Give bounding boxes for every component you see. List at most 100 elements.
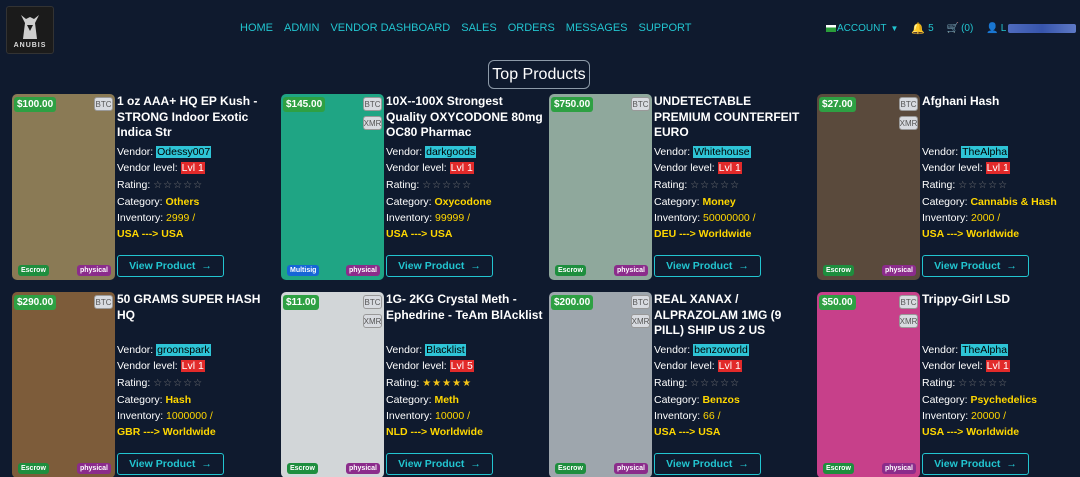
product-name[interactable]: REAL XANAX / ALPRAZOLAM 1MG (9 PILL) SHI… xyxy=(654,292,811,342)
rating-row: Rating: ☆☆☆☆☆ xyxy=(654,375,811,392)
account-label: ACCOUNT xyxy=(837,23,887,34)
category-row: Category: Meth xyxy=(386,392,543,408)
nav-home[interactable]: HOME xyxy=(240,22,273,34)
view-product-button[interactable]: View Product → xyxy=(117,453,224,475)
product-image[interactable]: $50.00 BTC XMR Escrow physical xyxy=(817,292,920,477)
vendor-level-label: Vendor level: xyxy=(922,162,983,175)
product-name[interactable]: 10X--100X Strongest Quality OXYCODONE 80… xyxy=(386,94,543,144)
rating-label: Rating: xyxy=(922,376,956,389)
nav-sales[interactable]: SALES xyxy=(461,22,496,34)
vendor-row: Vendor: Blacklist xyxy=(386,342,543,358)
category-label: Category: xyxy=(386,393,432,406)
product-image[interactable]: $290.00 BTC Escrow physical xyxy=(12,292,115,477)
product-name[interactable]: 1 oz AAA+ HQ EP Kush - STRONG Indoor Exo… xyxy=(117,94,274,144)
shipping-route: USA ---> Worldwide xyxy=(922,228,1020,241)
product-image[interactable]: $27.00 BTC XMR Escrow physical xyxy=(817,94,920,280)
nav-vendor-dashboard[interactable]: VENDOR DASHBOARD xyxy=(330,22,450,34)
category-row: Category: Oxycodone xyxy=(386,194,543,210)
physical-badge: physical xyxy=(345,265,380,276)
product-card: $11.00 BTC XMR Escrow physical 1G- 2KG Cr… xyxy=(281,292,543,477)
category-value: Others xyxy=(165,195,200,208)
vendor-label: Vendor: xyxy=(386,344,423,356)
view-product-button[interactable]: View Product → xyxy=(654,255,761,277)
arrow-right-icon: → xyxy=(1006,260,1017,272)
nav-right: ACCOUNT ▼ 🔔 5 🛒 (0) 👤 L ▼ xyxy=(826,22,1080,35)
rating-label: Rating: xyxy=(117,376,151,389)
arrow-right-icon: → xyxy=(738,458,749,470)
rating-stars-icon: ☆☆☆☆☆ xyxy=(690,377,741,389)
category-value: Meth xyxy=(434,393,459,406)
product-name[interactable]: 1G- 2KG Crystal Meth - Ephedrine - TeAm … xyxy=(386,292,543,342)
product-name[interactable]: UNDETECTABLE PREMIUM COUNTERFEIT EURO xyxy=(654,94,811,144)
price-badge: $200.00 xyxy=(551,295,594,310)
coin-badge: BTC xyxy=(94,97,113,111)
price-badge: $145.00 xyxy=(283,97,326,112)
escrow-badge: Escrow xyxy=(555,265,586,276)
view-product-button[interactable]: View Product → xyxy=(922,255,1029,277)
cart[interactable]: 🛒 (0) xyxy=(947,23,974,34)
rating-label: Rating: xyxy=(654,178,688,191)
user-menu[interactable]: 👤 L ▼ xyxy=(986,23,1080,34)
view-product-button[interactable]: View Product → xyxy=(386,453,493,475)
vendor-name[interactable]: darkgoods xyxy=(425,146,477,158)
vendor-label: Vendor: xyxy=(654,146,691,158)
product-name[interactable]: Trippy-Girl LSD xyxy=(922,292,1079,342)
inventory-row: Inventory: 2000 / xyxy=(922,210,1079,226)
vendor-level-label: Vendor level: xyxy=(654,162,715,175)
product-image[interactable]: $145.00 BTC XMR Multisig physical xyxy=(281,94,384,280)
product-name[interactable]: 50 GRAMS SUPER HASH HQ xyxy=(117,292,274,342)
escrow-badge: Escrow xyxy=(823,463,854,474)
rating-stars-icon: ☆☆☆☆☆ xyxy=(153,377,204,389)
category-value: Money xyxy=(702,195,736,208)
physical-badge: physical xyxy=(345,463,380,474)
product-image[interactable]: $100.00 BTC Escrow physical xyxy=(12,94,115,280)
arrow-right-icon: → xyxy=(470,458,481,470)
rating-row: Rating: ☆☆☆☆☆ xyxy=(922,177,1079,194)
inventory-label: Inventory: xyxy=(117,410,164,423)
product-image[interactable]: $750.00 BTC Escrow physical xyxy=(549,94,652,280)
section-title: Top Products xyxy=(488,60,590,89)
inventory-value: 50000000 / xyxy=(703,212,756,225)
notifications[interactable]: 🔔 5 xyxy=(911,22,933,35)
arrow-right-icon: → xyxy=(1006,458,1017,470)
product-info: Trippy-Girl LSD Vendor: TheAlpha Vendor … xyxy=(922,292,1079,475)
inventory-row: Inventory: 1000000 / xyxy=(117,408,274,424)
vendor-name[interactable]: Odessy007 xyxy=(156,146,212,158)
vendor-level-label: Vendor level: xyxy=(117,360,178,373)
vendor-level-badge: Lvl 1 xyxy=(985,360,1010,373)
product-name[interactable]: Afghani Hash xyxy=(922,94,1079,144)
view-product-button[interactable]: View Product → xyxy=(922,453,1029,475)
physical-badge: physical xyxy=(881,463,916,474)
coin-badge: XMR xyxy=(899,314,918,328)
vendor-name[interactable]: Blacklist xyxy=(425,344,466,356)
view-product-button[interactable]: View Product → xyxy=(117,255,224,277)
vendor-level-row: Vendor level: Lvl 1 xyxy=(654,160,811,176)
view-product-button[interactable]: View Product → xyxy=(386,255,493,277)
view-product-button[interactable]: View Product → xyxy=(654,453,761,475)
main-nav: HOME ADMIN VENDOR DASHBOARD SALES ORDERS… xyxy=(240,22,703,34)
vendor-name[interactable]: groonspark xyxy=(156,344,211,356)
product-card: $100.00 BTC Escrow physical 1 oz AAA+ HQ… xyxy=(12,94,274,280)
price-badge: $27.00 xyxy=(819,97,856,112)
product-image[interactable]: $11.00 BTC XMR Escrow physical xyxy=(281,292,384,477)
vendor-level-row: Vendor level: Lvl 1 xyxy=(922,358,1079,374)
product-image[interactable]: $200.00 BTC XMR Escrow physical xyxy=(549,292,652,477)
nav-admin[interactable]: ADMIN xyxy=(284,22,319,34)
account-menu[interactable]: ACCOUNT ▼ xyxy=(826,23,898,34)
vendor-level-row: Vendor level: Lvl 5 xyxy=(386,358,543,374)
physical-badge: physical xyxy=(613,265,648,276)
coin-badge: BTC xyxy=(94,295,113,309)
vendor-name[interactable]: Whitehouse xyxy=(693,146,751,158)
nav-orders[interactable]: ORDERS xyxy=(508,22,555,34)
rating-row: Rating: ☆☆☆☆☆ xyxy=(386,177,543,194)
nav-messages[interactable]: MESSAGES xyxy=(566,22,628,34)
shipping-route: USA ---> Worldwide xyxy=(922,426,1020,439)
vendor-row: Vendor: Odessy007 xyxy=(117,144,274,160)
rating-row: Rating: ★★★★★ xyxy=(386,375,543,392)
rating-stars-icon: ★★★★★ xyxy=(422,377,473,389)
site-logo[interactable]: ANUBIS xyxy=(6,6,54,54)
vendor-name[interactable]: TheAlpha xyxy=(961,344,1009,356)
vendor-name[interactable]: benzoworld xyxy=(693,344,749,356)
vendor-name[interactable]: TheAlpha xyxy=(961,146,1009,158)
nav-support[interactable]: SUPPORT xyxy=(639,22,692,34)
